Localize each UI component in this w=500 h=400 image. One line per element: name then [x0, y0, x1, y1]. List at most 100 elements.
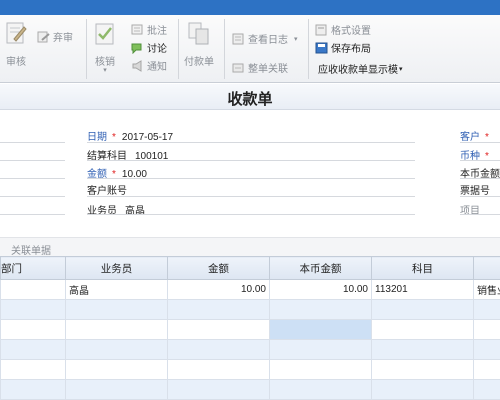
empty-cell[interactable]: [371, 379, 474, 400]
field-underline: [460, 214, 500, 215]
table-row[interactable]: 高晶 10.00 10.00 113201 销售业: [0, 279, 500, 300]
writeoff-button[interactable]: 核销 ▾: [93, 21, 117, 74]
format-setting-icon: [315, 24, 327, 35]
related-docs-tab-label: 关联单据: [11, 246, 51, 257]
abandon-audit-button[interactable]: 弃审: [37, 29, 73, 44]
doc-link-button[interactable]: 整单关联: [232, 60, 288, 75]
col-header-salesman[interactable]: 业务员: [65, 256, 168, 280]
empty-cell[interactable]: [0, 359, 66, 380]
log-icon: [232, 33, 244, 44]
empty-cell[interactable]: [65, 339, 168, 360]
audit-label: 审核: [6, 57, 26, 68]
notify-button[interactable]: 通知: [131, 58, 167, 73]
ticket-field[interactable]: 票据号: [460, 182, 490, 197]
payment-label: 付款单: [184, 57, 214, 68]
project-label: 项目: [460, 206, 480, 217]
empty-cell[interactable]: [473, 379, 500, 400]
cell-salesman[interactable]: 高晶: [65, 279, 168, 300]
annotate-button[interactable]: 批注: [131, 22, 167, 37]
empty-cell[interactable]: [167, 319, 270, 340]
writeoff-dropdown-icon[interactable]: ▾: [103, 67, 107, 74]
col-header-extra[interactable]: [473, 256, 500, 280]
empty-cell[interactable]: [473, 299, 500, 320]
header-form: 日期 * 2017-05-17 结算科目 100101 金额 * 10.00 客户账号 业…: [0, 111, 500, 237]
empty-cell[interactable]: [269, 359, 372, 380]
discuss-button[interactable]: 讨论: [131, 40, 167, 55]
empty-cell[interactable]: [0, 379, 66, 400]
empty-cell[interactable]: [65, 319, 168, 340]
cell-local-amount[interactable]: 10.00: [269, 279, 372, 300]
payment-doc-icon: [188, 22, 209, 45]
payment-button[interactable]: 付款单: [184, 21, 214, 68]
field-underline: [87, 178, 415, 179]
view-log-label: 查看日志: [248, 35, 288, 46]
empty-cell[interactable]: [65, 299, 168, 320]
table-row[interactable]: [0, 359, 500, 380]
empty-cell[interactable]: [269, 379, 372, 400]
empty-cell[interactable]: [371, 339, 474, 360]
field-underline: [460, 196, 500, 197]
discuss-bubble-icon: [131, 43, 142, 54]
col-header-amount[interactable]: 金额: [167, 256, 270, 280]
salesman-label: 业务员: [87, 206, 117, 217]
empty-cell[interactable]: [371, 359, 474, 380]
empty-cell[interactable]: [473, 319, 500, 340]
page-title: 收款单: [227, 91, 273, 108]
customer-field[interactable]: 客户 *: [460, 128, 495, 143]
customer-account-field[interactable]: 客户账号: [87, 182, 127, 197]
date-field[interactable]: 日期 * 2017-05-17: [87, 128, 173, 143]
field-underline: [0, 214, 65, 215]
empty-cell[interactable]: [65, 359, 168, 380]
empty-cell[interactable]: [167, 359, 270, 380]
empty-cell[interactable]: [371, 319, 474, 340]
display-template-select[interactable]: 应收收款单显示模 ▾: [318, 61, 403, 76]
table-row[interactable]: [0, 299, 500, 320]
table-row[interactable]: [0, 339, 500, 360]
field-underline: [460, 178, 500, 179]
view-log-dropdown-icon[interactable]: ▾: [294, 35, 298, 43]
selected-cell[interactable]: [269, 319, 372, 340]
cell-department[interactable]: [0, 279, 66, 300]
col-header-department[interactable]: 部门: [0, 256, 66, 280]
abandon-audit-icon: [37, 31, 50, 42]
format-setting-button[interactable]: 格式设置: [315, 22, 371, 37]
format-setting-label: 格式设置: [331, 26, 371, 37]
view-log-button[interactable]: 查看日志 ▾: [232, 31, 298, 46]
salesman-value[interactable]: 高晶: [125, 206, 145, 217]
annotate-icon: [131, 24, 143, 34]
related-docs-tab[interactable]: 关联单据: [0, 237, 500, 257]
grid-header-row: 部门 业务员 金额 本币金额 科目: [0, 256, 500, 280]
empty-cell[interactable]: [65, 379, 168, 400]
annotate-label: 批注: [147, 26, 167, 37]
empty-cell[interactable]: [167, 339, 270, 360]
empty-cell[interactable]: [473, 339, 500, 360]
toolbar-ribbon: 审核 弃审 核销 ▾ 批注 讨论 通知 付款单 查看日志 ▾ 整单关联 格式设置…: [0, 15, 500, 83]
empty-cell[interactable]: [0, 339, 66, 360]
window-top-bar: [0, 0, 500, 15]
field-underline: [460, 142, 500, 143]
col-header-local-amount[interactable]: 本币金额: [269, 256, 372, 280]
doc-link-icon: [232, 63, 244, 72]
empty-cell[interactable]: [473, 359, 500, 380]
save-layout-label: 保存布局: [331, 44, 371, 55]
field-underline: [0, 196, 65, 197]
cell-subject[interactable]: 113201: [371, 279, 474, 300]
empty-cell[interactable]: [0, 299, 66, 320]
empty-cell[interactable]: [0, 319, 66, 340]
audit-button[interactable]: 审核: [4, 21, 28, 68]
table-row[interactable]: [0, 379, 500, 400]
cell-extra[interactable]: 销售业: [473, 279, 500, 300]
field-underline: [87, 214, 415, 215]
empty-cell[interactable]: [371, 299, 474, 320]
col-header-subject[interactable]: 科目: [371, 256, 474, 280]
field-underline: [87, 142, 415, 143]
empty-cell[interactable]: [167, 379, 270, 400]
cell-amount[interactable]: 10.00: [167, 279, 270, 300]
save-layout-button[interactable]: 保存布局: [315, 40, 371, 55]
empty-cell[interactable]: [269, 299, 372, 320]
empty-cell[interactable]: [269, 339, 372, 360]
empty-cell[interactable]: [167, 299, 270, 320]
document-title-bar: 收款单: [0, 84, 500, 110]
discuss-label: 讨论: [147, 44, 167, 55]
table-row[interactable]: [0, 319, 500, 340]
